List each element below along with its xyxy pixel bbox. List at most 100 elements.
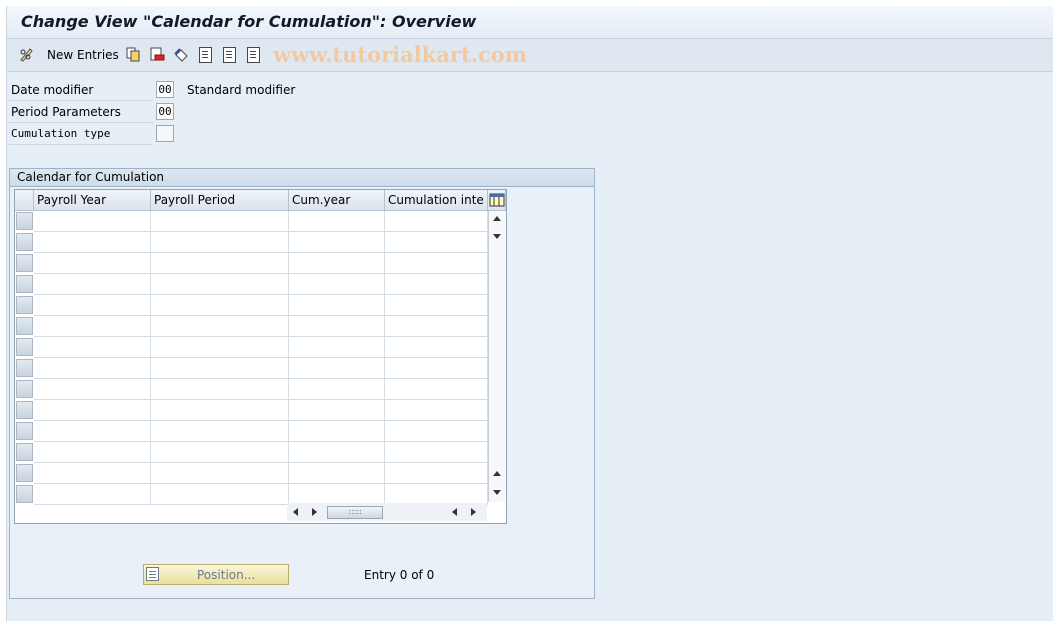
delete-icon[interactable] [150,47,165,62]
table-cell[interactable] [151,253,289,274]
scroll-thumb[interactable]: ::::: [327,506,383,519]
select-all-icon[interactable] [199,47,212,63]
table-cell[interactable] [151,316,289,337]
vertical-scrollbar[interactable] [488,211,506,502]
table-cell[interactable] [34,421,151,442]
table-cell[interactable] [151,379,289,400]
scroll-page-up-icon[interactable] [493,471,501,476]
table-cell[interactable] [385,316,488,337]
cumulation-type-input[interactable] [156,125,174,142]
table-cell[interactable] [289,274,385,295]
table-cell[interactable] [34,337,151,358]
row-selector[interactable] [16,422,33,440]
table-cell[interactable] [34,211,151,232]
table-cell[interactable] [289,463,385,484]
table-cell[interactable] [151,463,289,484]
row-selector[interactable] [16,317,33,335]
table-cell[interactable] [385,484,488,505]
table-cell[interactable] [289,232,385,253]
table-cell[interactable] [385,295,488,316]
table-cell[interactable] [151,274,289,295]
new-entries-button[interactable]: New Entries [47,48,119,62]
row-selector[interactable] [16,380,33,398]
scroll-right-icon[interactable] [312,508,317,516]
table-control: Payroll Year Payroll Period Cum.year Cum… [14,189,507,524]
column-header-cumulation-interval[interactable]: Cumulation inte [385,190,488,211]
table-cell[interactable] [151,400,289,421]
table-cell[interactable] [385,379,488,400]
table-cell[interactable] [151,358,289,379]
pencil-glasses-icon[interactable] [19,47,34,62]
column-header-payroll-year[interactable]: Payroll Year [34,190,151,211]
table-cell[interactable] [34,400,151,421]
row-selector[interactable] [16,485,33,503]
table-cell[interactable] [385,274,488,295]
horizontal-scrollbar[interactable]: ::::: [287,503,487,521]
table-cell[interactable] [289,379,385,400]
table-cell[interactable] [385,463,488,484]
column-header-payroll-period[interactable]: Payroll Period [151,190,289,211]
table-cell[interactable] [385,253,488,274]
table-cell[interactable] [385,358,488,379]
select-block-icon[interactable] [223,47,236,63]
table-cell[interactable] [289,421,385,442]
table-cell[interactable] [289,253,385,274]
select-all-rows-header[interactable] [15,190,34,211]
scroll-left-icon[interactable] [452,508,457,516]
undo-icon[interactable] [174,47,189,62]
table-cell[interactable] [151,421,289,442]
table-cell[interactable] [289,337,385,358]
table-cell[interactable] [385,400,488,421]
table-cell[interactable] [289,295,385,316]
table-cell[interactable] [34,379,151,400]
table-cell[interactable] [34,442,151,463]
row-selector[interactable] [16,233,33,251]
table-cell[interactable] [289,442,385,463]
scroll-right-icon[interactable] [471,508,476,516]
scroll-page-down-icon[interactable] [493,490,501,495]
table-cell[interactable] [385,442,488,463]
table-cell[interactable] [34,274,151,295]
table-cell[interactable] [151,337,289,358]
table-cell[interactable] [289,400,385,421]
row-selector[interactable] [16,275,33,293]
row-selector[interactable] [16,464,33,482]
table-cell[interactable] [151,232,289,253]
table-cell[interactable] [289,484,385,505]
table-cell[interactable] [34,316,151,337]
table-cell[interactable] [289,358,385,379]
row-selector[interactable] [16,212,33,230]
table-cell[interactable] [385,421,488,442]
row-selector[interactable] [16,338,33,356]
table-cell[interactable] [289,211,385,232]
row-selector[interactable] [16,359,33,377]
table-cell[interactable] [34,295,151,316]
table-cell[interactable] [151,211,289,232]
scroll-up-icon[interactable] [493,216,501,221]
table-cell[interactable] [151,295,289,316]
table-settings-icon[interactable] [488,190,506,211]
period-parameters-input[interactable]: 00 [156,103,174,120]
table-cell[interactable] [34,358,151,379]
table-cell[interactable] [34,463,151,484]
row-selector[interactable] [16,401,33,419]
table-cell[interactable] [151,484,289,505]
copy-icon[interactable] [126,47,141,62]
deselect-all-icon[interactable] [247,47,260,63]
scroll-left-icon[interactable] [293,508,298,516]
scroll-down-icon[interactable] [493,234,501,239]
row-selector[interactable] [16,443,33,461]
date-modifier-input[interactable]: 00 [156,81,174,98]
position-button[interactable]: Position... [143,564,289,585]
table-cell[interactable] [34,484,151,505]
table-cell[interactable] [34,253,151,274]
table-cell[interactable] [385,211,488,232]
table-cell[interactable] [151,442,289,463]
column-header-cum-year[interactable]: Cum.year [289,190,385,211]
table-cell[interactable] [385,232,488,253]
row-selector[interactable] [16,296,33,314]
table-cell[interactable] [385,337,488,358]
table-cell[interactable] [289,316,385,337]
table-cell[interactable] [34,232,151,253]
row-selector[interactable] [16,254,33,272]
